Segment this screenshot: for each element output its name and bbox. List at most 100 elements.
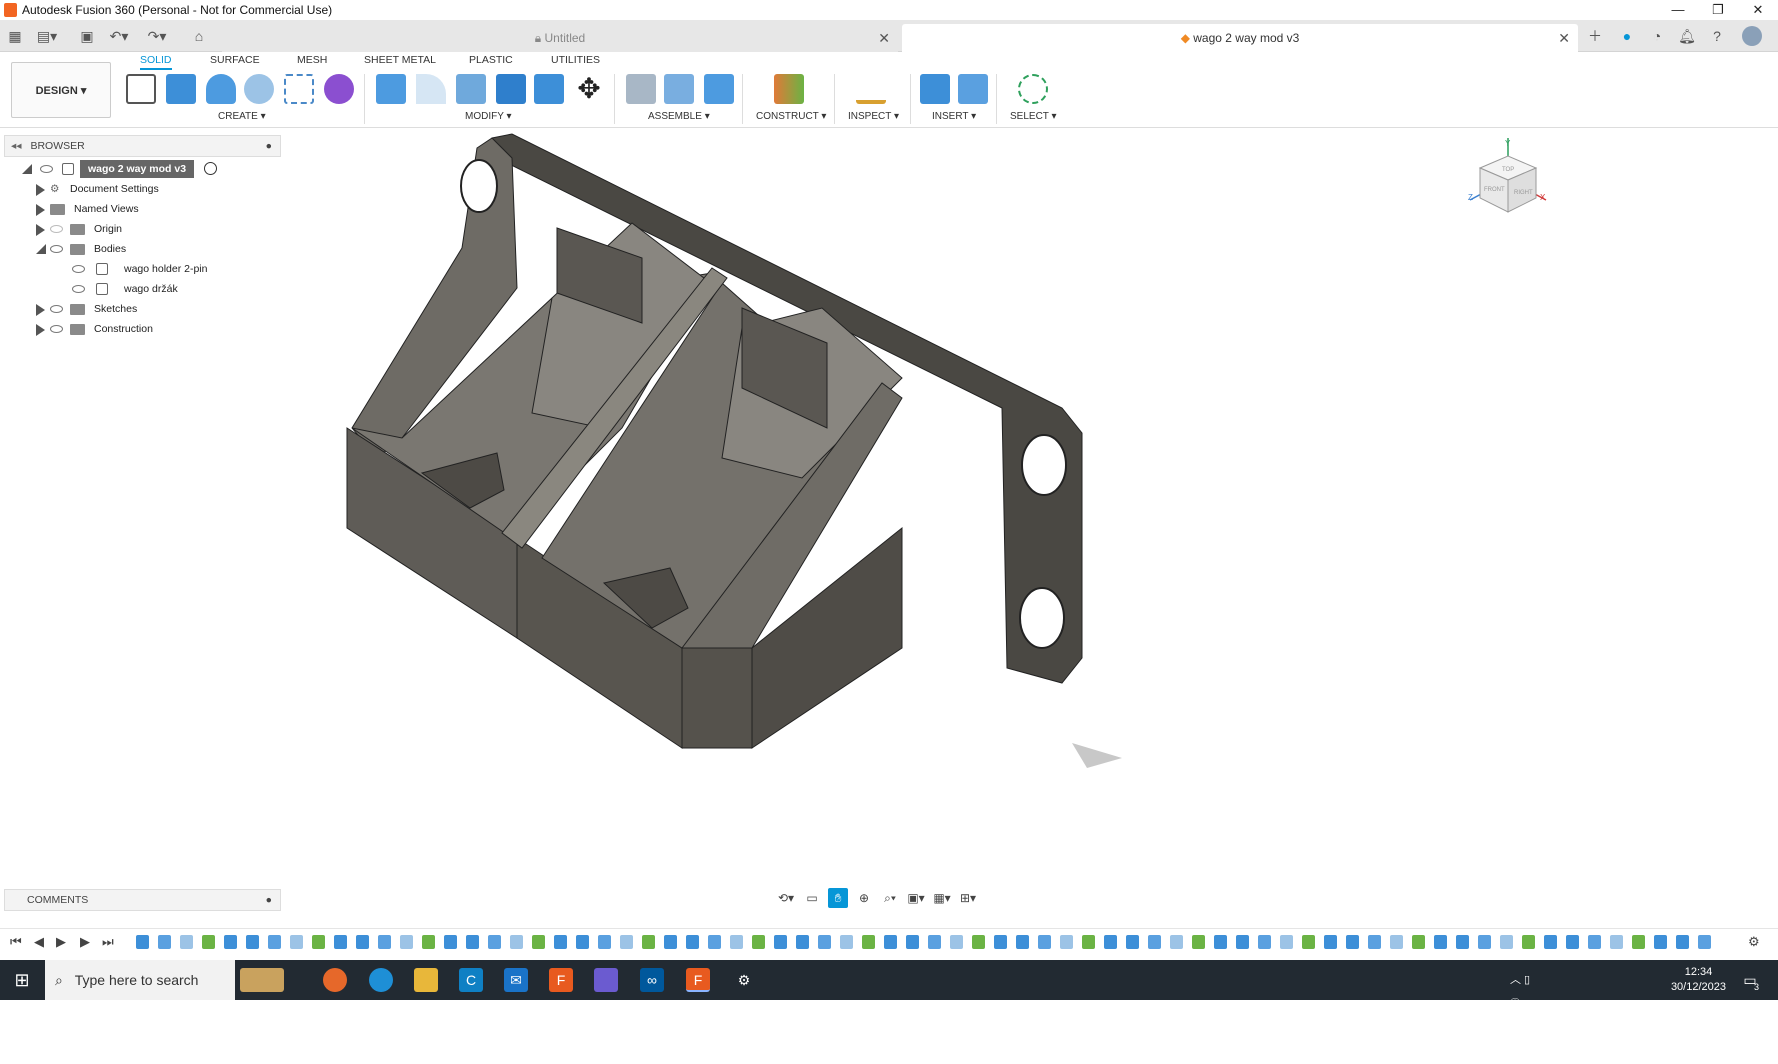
go-to-end-icon[interactable]: ⏭: [102, 934, 114, 950]
zoom-icon[interactable]: ⊕: [854, 888, 874, 908]
timeline-feature-icon[interactable]: [1126, 935, 1139, 949]
view-cube[interactable]: TOP FRONT RIGHT Z X Y: [1468, 138, 1548, 218]
modify-group-label[interactable]: MODIFY ▾: [465, 111, 512, 122]
timeline-feature-icon[interactable]: [1610, 935, 1623, 949]
save-icon[interactable]: ▣: [76, 26, 98, 46]
inspect-group-label[interactable]: INSPECT ▾: [848, 111, 899, 122]
create-sketch-icon[interactable]: [126, 74, 156, 104]
timeline-feature-icon[interactable]: [620, 935, 633, 949]
timeline-feature-icon[interactable]: [752, 935, 765, 949]
insert-group-label[interactable]: INSERT ▾: [932, 111, 976, 122]
eye-icon[interactable]: [72, 285, 85, 293]
press-pull-icon[interactable]: [376, 74, 406, 104]
comments-panel[interactable]: COMMENTS ●: [4, 889, 281, 911]
grid-settings-icon[interactable]: ▦▾: [932, 888, 952, 908]
timeline-feature-icon[interactable]: [840, 935, 853, 949]
timeline-feature-icon[interactable]: [1324, 935, 1337, 949]
move-icon[interactable]: ✥: [574, 74, 604, 104]
timeline-settings-icon[interactable]: ⚙: [1748, 934, 1760, 950]
timeline-feature-icon[interactable]: [356, 935, 369, 949]
eye-icon[interactable]: [50, 325, 63, 333]
windows-start-icon[interactable]: ⊞: [10, 968, 34, 992]
tab-wago-2-way-mod-v3[interactable]: ◆ wago 2 way mod v3 ✕: [902, 24, 1578, 52]
job-status-icon[interactable]: ◔: [1646, 26, 1668, 46]
timeline-feature-icon[interactable]: [1500, 935, 1513, 949]
extrude-icon[interactable]: [166, 74, 196, 104]
timeline-feature-icon[interactable]: [1522, 935, 1535, 949]
insert-canvas-icon[interactable]: [958, 74, 988, 104]
timeline-feature-icon[interactable]: [708, 935, 721, 949]
tab-plastic[interactable]: PLASTIC: [469, 54, 513, 66]
expand-toggle[interactable]: [36, 324, 45, 336]
timeline-feature-icon[interactable]: [290, 935, 303, 949]
timeline-feature-icon[interactable]: [1280, 935, 1293, 949]
timeline-feature-icon[interactable]: [378, 935, 391, 949]
timeline-feature-icon[interactable]: [642, 935, 655, 949]
tab-close-button[interactable]: ✕: [1558, 24, 1570, 52]
undo-icon[interactable]: ↶▾: [108, 26, 130, 46]
timeline-feature-icon[interactable]: [664, 935, 677, 949]
minimize-button[interactable]: —: [1658, 0, 1698, 20]
eye-icon[interactable]: [72, 265, 85, 273]
look-at-icon[interactable]: ▭: [802, 888, 822, 908]
timeline-feature-icon[interactable]: [202, 935, 215, 949]
timeline-feature-icon[interactable]: [1698, 935, 1711, 949]
3d-viewport[interactable]: TOP FRONT RIGHT Z X Y: [282, 128, 1778, 888]
new-tab-icon[interactable]: ＋: [1584, 26, 1606, 46]
timeline-feature-icon[interactable]: [906, 935, 919, 949]
taskbar-clock[interactable]: 12:34 30/12/2023: [1671, 965, 1726, 995]
expand-toggle[interactable]: [36, 244, 46, 254]
pan-icon[interactable]: ✋︎: [828, 888, 848, 908]
timeline-feature-icon[interactable]: [488, 935, 501, 949]
timeline-feature-icon[interactable]: [1390, 935, 1403, 949]
shell-icon[interactable]: [496, 74, 526, 104]
activate-radio[interactable]: [204, 162, 217, 175]
as-built-joint-icon[interactable]: [704, 74, 734, 104]
collapse-browser-icon[interactable]: ◂◂: [11, 140, 22, 152]
taskbar-search[interactable]: ⌕ Type here to search: [45, 960, 235, 1000]
offset-plane-icon[interactable]: [774, 74, 804, 104]
timeline-feature-icon[interactable]: [928, 935, 941, 949]
timeline-feature-icon[interactable]: [1368, 935, 1381, 949]
timeline-feature-icon[interactable]: [1544, 935, 1557, 949]
viewports-icon[interactable]: ⊞▾: [958, 888, 978, 908]
system-tray-icons[interactable]: ︿ ▯ ◉ ◙ ◫ ▭ 🔊︎: [1508, 968, 1532, 1058]
timeline-feature-icon[interactable]: [466, 935, 479, 949]
timeline-feature-icon[interactable]: [246, 935, 259, 949]
expand-toggle[interactable]: [22, 164, 32, 174]
select-icon[interactable]: [1018, 74, 1048, 104]
timeline-feature-icon[interactable]: [1192, 935, 1205, 949]
timeline-feature-icon[interactable]: [334, 935, 347, 949]
eye-icon[interactable]: [40, 165, 53, 173]
timeline-feature-icon[interactable]: [1170, 935, 1183, 949]
timeline-feature-icon[interactable]: [1632, 935, 1645, 949]
timeline-feature-icon[interactable]: [598, 935, 611, 949]
timeline-feature-icon[interactable]: [400, 935, 413, 949]
expand-toggle[interactable]: [36, 304, 45, 316]
go-to-start-icon[interactable]: ⏮: [10, 934, 22, 950]
timeline-feature-icon[interactable]: [994, 935, 1007, 949]
timeline-feature-icon[interactable]: [576, 935, 589, 949]
tab-mesh[interactable]: MESH: [297, 54, 327, 66]
timeline-feature-icon[interactable]: [862, 935, 875, 949]
measure-icon[interactable]: [856, 74, 886, 104]
timeline-feature-icon[interactable]: [268, 935, 281, 949]
timeline-feature-icon[interactable]: [1302, 935, 1315, 949]
timeline-feature-icon[interactable]: [180, 935, 193, 949]
notifications-icon[interactable]: 🔔︎: [1676, 26, 1698, 46]
eye-icon[interactable]: [50, 305, 63, 313]
timeline-feature-icon[interactable]: [1412, 935, 1425, 949]
revolve-icon[interactable]: [206, 74, 236, 104]
timeline-feature-icon[interactable]: [312, 935, 325, 949]
restore-button[interactable]: ❐: [1698, 0, 1738, 20]
timeline-feature-icon[interactable]: [818, 935, 831, 949]
eye-hidden-icon[interactable]: [50, 225, 63, 233]
timeline-feature-icon[interactable]: [1588, 935, 1601, 949]
timeline-feature-icon[interactable]: [1148, 935, 1161, 949]
select-group-label[interactable]: SELECT ▾: [1010, 111, 1057, 122]
timeline-feature-icon[interactable]: [972, 935, 985, 949]
timeline-feature-icon[interactable]: [1082, 935, 1095, 949]
ccleaner-icon[interactable]: C: [459, 968, 483, 992]
timeline-feature-icon[interactable]: [1104, 935, 1117, 949]
assemble-group-label[interactable]: ASSEMBLE ▾: [648, 111, 710, 122]
